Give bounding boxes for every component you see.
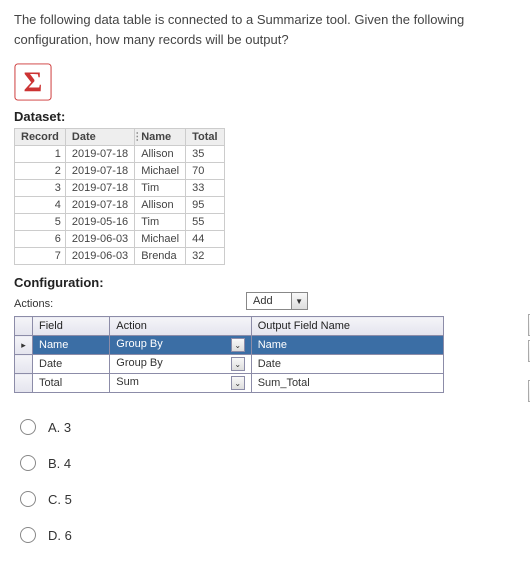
cell-output[interactable]: Date: [251, 355, 443, 374]
actions-grid: Field Action Output Field Name NameGroup…: [14, 316, 444, 393]
cell-record: 4: [15, 197, 66, 214]
grid-row-header[interactable]: [15, 355, 33, 374]
col-date: Date: [65, 129, 134, 146]
answer-option-A[interactable]: A. 3: [20, 419, 516, 435]
chevron-down-icon: ⌄: [231, 376, 245, 390]
cell-total: 33: [186, 180, 224, 197]
answer-option-B[interactable]: B. 4: [20, 455, 516, 471]
chevron-down-icon: ⌄: [231, 357, 245, 371]
grid-corner: [15, 317, 33, 336]
cell-total: 95: [186, 197, 224, 214]
answer-option-C[interactable]: C. 5: [20, 491, 516, 507]
cell-output[interactable]: Name: [251, 336, 443, 355]
dataset-table: Record Date ⋮Name Total 12019-07-18Allis…: [14, 128, 225, 265]
cell-record: 7: [15, 248, 66, 265]
cell-total: 70: [186, 163, 224, 180]
answer-options: A. 3 B. 4 C. 5 D. 6: [14, 419, 516, 543]
cell-date: 2019-07-18: [65, 180, 134, 197]
cell-action[interactable]: Sum⌄: [110, 374, 251, 393]
cell-field[interactable]: Name: [33, 336, 110, 355]
cell-total: 55: [186, 214, 224, 231]
dropdown-arrow-icon: ▼: [291, 293, 307, 309]
grid-row[interactable]: NameGroup By⌄Name: [15, 336, 444, 355]
cell-output[interactable]: Sum_Total: [251, 374, 443, 393]
cell-name: Tim: [135, 214, 186, 231]
grid-row[interactable]: DateGroup By⌄Date: [15, 355, 444, 374]
radio-icon: [20, 527, 36, 543]
cell-record: 5: [15, 214, 66, 231]
grid-row-header[interactable]: [15, 336, 33, 355]
option-label: C. 5: [48, 492, 72, 507]
cell-date: 2019-06-03: [65, 231, 134, 248]
column-drag-handle-icon: ⋮: [132, 132, 141, 143]
cell-name: Michael: [135, 163, 186, 180]
cell-field[interactable]: Date: [33, 355, 110, 374]
cell-total: 35: [186, 146, 224, 163]
svg-text:Σ: Σ: [24, 68, 43, 99]
question-text: The following data table is connected to…: [14, 10, 516, 49]
cell-name: Brenda: [135, 248, 186, 265]
add-action-label: Add: [247, 295, 291, 307]
cell-action[interactable]: Group By⌄: [110, 336, 251, 355]
table-row: 22019-07-18Michael70: [15, 163, 225, 180]
table-row: 72019-06-03Brenda32: [15, 248, 225, 265]
table-row: 62019-06-03Michael44: [15, 231, 225, 248]
cell-name: Allison: [135, 197, 186, 214]
grid-col-output: Output Field Name: [251, 317, 443, 336]
actions-label: Actions:: [14, 298, 53, 310]
cell-record: 6: [15, 231, 66, 248]
configuration-heading: Configuration:: [14, 275, 516, 290]
option-label: B. 4: [48, 456, 71, 471]
add-action-dropdown[interactable]: Add ▼: [246, 292, 308, 310]
cell-record: 3: [15, 180, 66, 197]
col-total: Total: [186, 129, 224, 146]
cell-record: 1: [15, 146, 66, 163]
radio-icon: [20, 491, 36, 507]
table-row: 32019-07-18Tim33: [15, 180, 225, 197]
dataset-heading: Dataset:: [14, 109, 516, 124]
grid-row[interactable]: TotalSum⌄Sum_Total: [15, 374, 444, 393]
summarize-sigma-icon: Σ: [14, 63, 52, 101]
cell-name: Tim: [135, 180, 186, 197]
dataset-header-row: Record Date ⋮Name Total: [15, 129, 225, 146]
cell-date: 2019-07-18: [65, 197, 134, 214]
option-label: A. 3: [48, 420, 71, 435]
cell-name: Michael: [135, 231, 186, 248]
cell-record: 2: [15, 163, 66, 180]
grid-row-header[interactable]: [15, 374, 33, 393]
cell-date: 2019-07-18: [65, 146, 134, 163]
cell-date: 2019-06-03: [65, 248, 134, 265]
cell-date: 2019-05-16: [65, 214, 134, 231]
grid-col-action: Action: [110, 317, 251, 336]
cell-field[interactable]: Total: [33, 374, 110, 393]
table-row: 42019-07-18Allison95: [15, 197, 225, 214]
chevron-down-icon: ⌄: [231, 338, 245, 352]
cell-action[interactable]: Group By⌄: [110, 355, 251, 374]
radio-icon: [20, 419, 36, 435]
grid-col-field: Field: [33, 317, 110, 336]
cell-date: 2019-07-18: [65, 163, 134, 180]
col-record: Record: [15, 129, 66, 146]
option-label: D. 6: [48, 528, 72, 543]
radio-icon: [20, 455, 36, 471]
col-name: ⋮Name: [135, 129, 186, 146]
cell-total: 32: [186, 248, 224, 265]
cell-total: 44: [186, 231, 224, 248]
table-row: 12019-07-18Allison35: [15, 146, 225, 163]
cell-name: Allison: [135, 146, 186, 163]
table-row: 52019-05-16Tim55: [15, 214, 225, 231]
answer-option-D[interactable]: D. 6: [20, 527, 516, 543]
